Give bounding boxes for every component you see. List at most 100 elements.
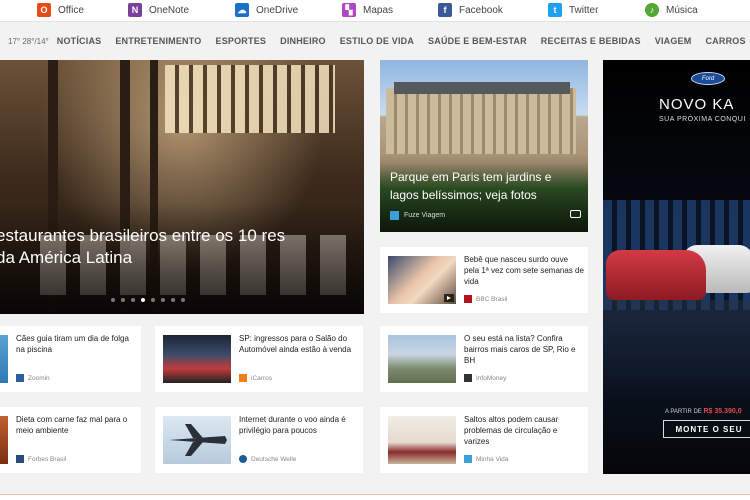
ad-subline: SUA PRÓXIMA CONQUI [659,116,746,123]
source-name: BBC Brasil [476,295,508,303]
quicklink-maps[interactable]: ▚ Mapas [342,0,393,20]
news-card[interactable]: SP: ingressos para o Salão do Automóvel … [155,326,363,392]
news-source: Zoomin [16,374,50,382]
ad-price: A PARTIR DE R$ 35.390,0 [665,408,742,415]
carousel-dot[interactable] [161,298,165,302]
quicklink-label: Música [666,4,698,16]
quicklink-label: Twitter [569,4,599,16]
paris-story-title[interactable]: Parque em Paris tem jardins e lagos belí… [390,168,580,204]
carousel-dot[interactable] [151,298,155,302]
news-card[interactable]: Internet durante o voo ainda é privilégi… [155,407,363,473]
ad-cta-button[interactable]: MONTE O SEU [663,420,750,438]
news-headline[interactable]: Saltos altos podem causar problemas de c… [464,414,584,447]
page-bottom-edge [0,494,750,500]
carousel-dots [111,298,185,302]
carousel-dot[interactable] [171,298,175,302]
paris-story-card[interactable]: Parque em Paris tem jardins e lagos belí… [380,60,588,232]
news-thumbnail [388,416,456,464]
quicklink-facebook[interactable]: f Facebook [438,0,503,20]
ad-price-prefix: A PARTIR DE [665,409,702,415]
source-name: Forbes Brasil [28,455,67,463]
nav-item-carros[interactable]: CARROS [705,36,745,46]
ford-ka-advertisement[interactable]: Ford NOVO KA SUA PRÓXIMA CONQUI A PARTIR… [603,60,750,474]
ad-car-red [606,250,706,300]
news-card[interactable]: Bebê que nasceu surdo ouve pela 1ª vez c… [380,247,588,313]
paris-story-source: Fuze Viagem [390,211,445,220]
twitter-icon: t [548,3,562,17]
onedrive-icon: ☁ [235,3,249,17]
quicklink-music[interactable]: ♪ Música [645,0,698,20]
category-nav: 17° 28°/14° NOTÍCIAS ENTRETENIMENTO ESPO… [0,27,750,55]
source-logo-icon [464,295,472,303]
news-card[interactable]: Dieta com carne faz mal para o meio ambi… [0,407,141,473]
weather-summary[interactable]: 17° 28°/14° [8,37,49,46]
quicklink-label: OneDrive [256,4,299,16]
quicklink-office[interactable]: O Office [37,0,84,20]
paris-image-palace [386,88,576,154]
carousel-dot-active[interactable] [141,298,145,302]
facebook-icon: f [438,3,452,17]
news-headline[interactable]: Dieta com carne faz mal para o meio ambi… [16,414,136,436]
source-name: Fuze Viagem [404,212,446,219]
nav-item-entretenimento[interactable]: ENTRETENIMENTO [115,36,201,46]
hero-story[interactable]: estaurantes brasileiros entre os 10 res … [0,60,364,314]
news-thumbnail [163,416,231,464]
camera-icon [570,210,581,218]
source-logo-icon [464,374,472,382]
news-thumbnail [0,416,8,464]
news-source: Deutsche Welle [239,455,296,463]
ad-price-value: R$ 35.390,0 [703,408,742,415]
news-headline[interactable]: Cães guia tiram um dia de folga na pisci… [16,333,136,355]
quicklink-twitter[interactable]: t Twitter [548,0,598,20]
news-thumbnail [163,335,231,383]
maps-icon: ▚ [342,3,356,17]
carousel-dot[interactable] [111,298,115,302]
nav-item-saude[interactable]: SAÚDE E BEM-ESTAR [428,36,527,46]
ford-logo: Ford [691,72,725,85]
nav-item-noticias[interactable]: NOTÍCIAS [57,36,102,46]
carousel-dot[interactable] [181,298,185,302]
hero-title[interactable]: estaurantes brasileiros entre os 10 res … [0,225,296,269]
source-logo-icon [16,455,24,463]
nav-item-viagem[interactable]: VIAGEM [655,36,692,46]
quicklink-label: Office [58,4,84,16]
paris-image-roof [394,82,570,94]
news-headline[interactable]: O seu está na lista? Confira bairros mai… [464,333,584,366]
news-card[interactable]: Cães guia tiram um dia de folga na pisci… [0,326,141,392]
source-logo-icon [390,211,399,220]
news-card[interactable]: O seu está na lista? Confira bairros mai… [380,326,588,392]
source-logo-icon [16,374,24,382]
source-name: InfoMoney [476,374,507,382]
source-name: iCarros [251,374,272,382]
quicklink-label: Facebook [459,4,503,16]
news-source: Forbes Brasil [16,455,66,463]
news-thumbnail [0,335,8,383]
news-thumbnail [388,256,456,304]
carousel-dot[interactable] [121,298,125,302]
nav-item-receitas[interactable]: RECEITAS E BEBIDAS [541,36,641,46]
source-logo-icon [239,374,247,382]
news-headline[interactable]: Bebê que nasceu surdo ouve pela 1ª vez c… [464,254,584,287]
ad-road [603,300,750,400]
play-icon [444,294,454,302]
source-logo-icon [464,455,472,463]
quicklink-onedrive[interactable]: ☁ OneDrive [235,0,298,20]
news-headline[interactable]: SP: ingressos para o Salão do Automóvel … [239,333,359,355]
news-card[interactable]: Saltos altos podem causar problemas de c… [380,407,588,473]
music-icon: ♪ [645,3,659,17]
nav-item-estilo-de-vida[interactable]: ESTILO DE VIDA [340,36,414,46]
news-headline[interactable]: Internet durante o voo ainda é privilégi… [239,414,359,436]
news-source: iCarros [239,374,272,382]
news-source: BBC Brasil [464,295,507,303]
nav-item-dinheiro[interactable]: DINHEIRO [280,36,326,46]
nav-item-esportes[interactable]: ESPORTES [216,36,267,46]
quicklink-onenote[interactable]: N OneNote [128,0,189,20]
ad-headline: NOVO KA [659,96,735,113]
hero-image-windows [165,65,335,133]
airplane-image [169,424,227,456]
source-name: Minha Vida [476,455,509,463]
office-icon: O [37,3,51,17]
carousel-dot[interactable] [131,298,135,302]
quicklink-label: OneNote [149,4,190,16]
source-logo-icon [239,455,247,463]
